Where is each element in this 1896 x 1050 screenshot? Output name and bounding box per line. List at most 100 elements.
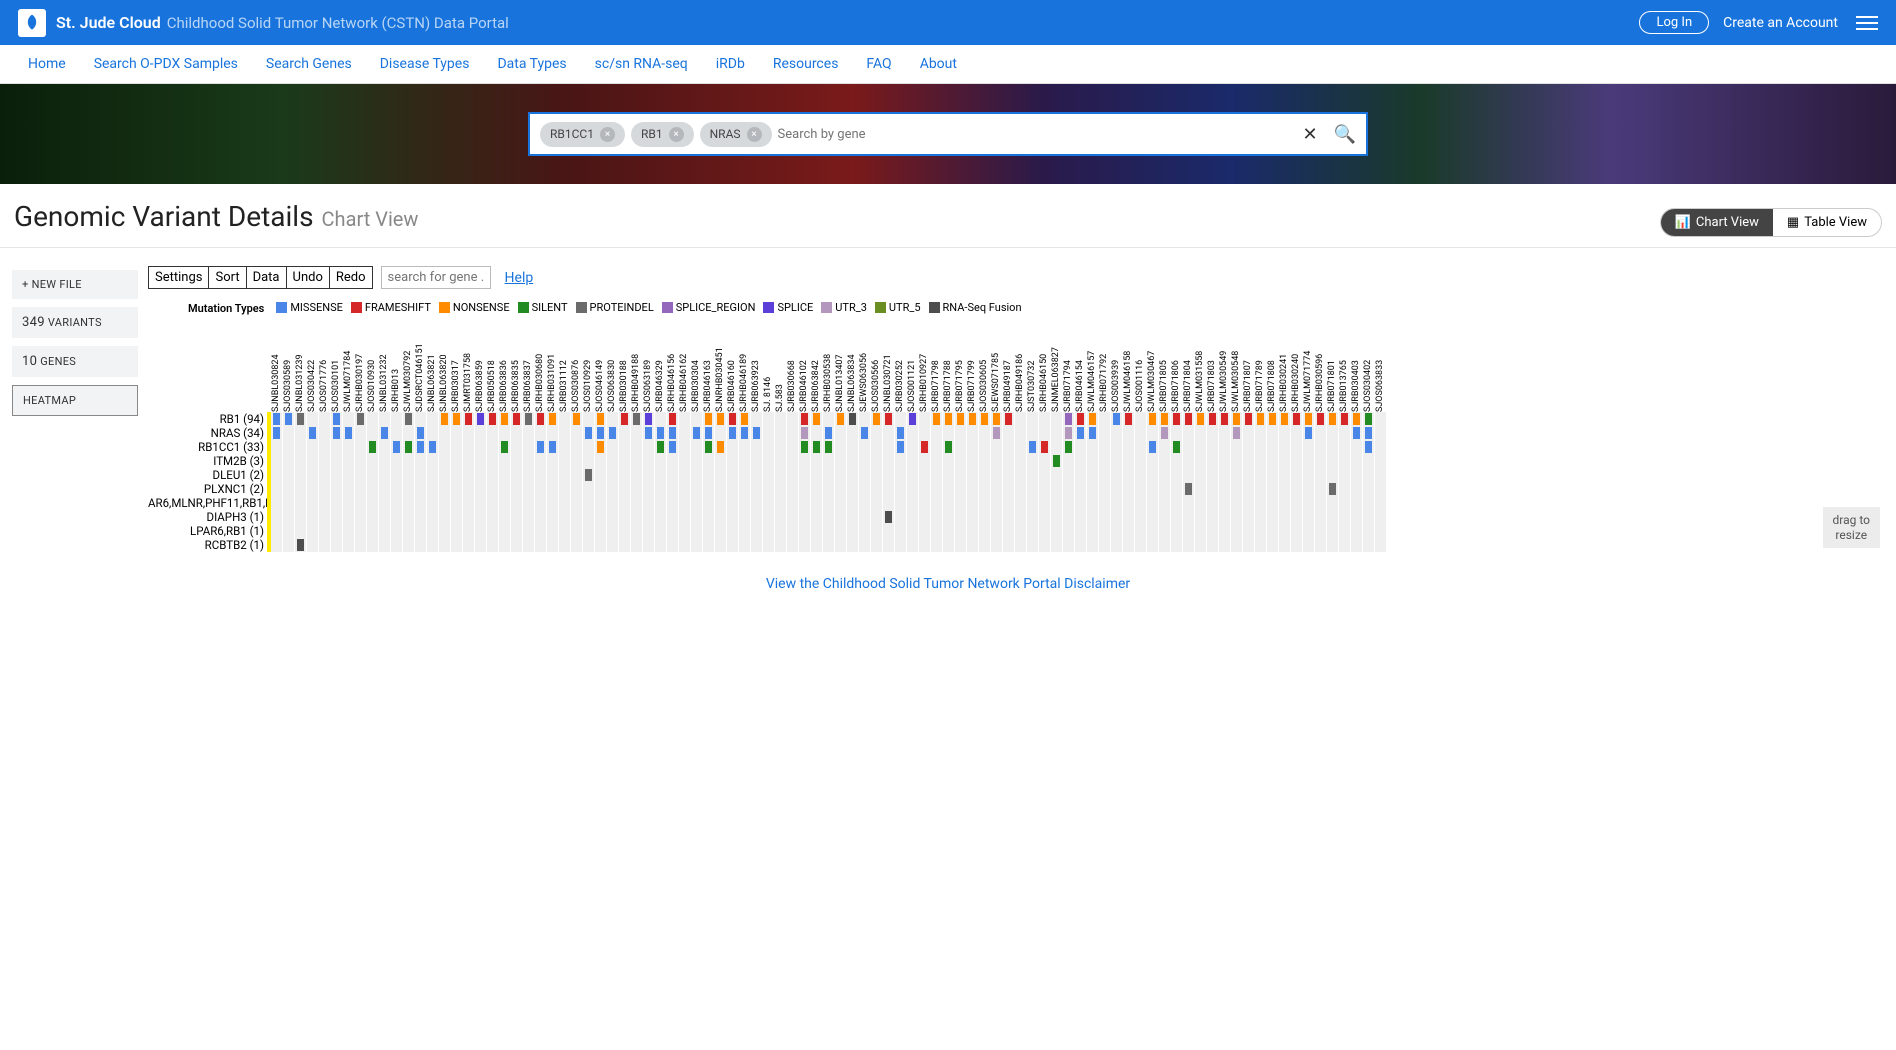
heatmap-cell[interactable] [343,454,355,468]
heatmap-cell[interactable] [1351,412,1363,426]
row-label[interactable]: LPAR6,RB1 (1) [148,524,267,538]
column-label[interactable]: SJRB046102 [799,324,811,412]
heatmap-cell[interactable] [739,496,751,510]
heatmap-cell[interactable] [583,426,595,440]
heatmap-cell[interactable] [295,412,307,426]
heatmap-cell[interactable] [343,510,355,524]
heatmap-cell[interactable] [343,440,355,454]
heatmap-cell[interactable] [439,426,451,440]
heatmap-cell[interactable] [811,412,823,426]
heatmap-cell[interactable] [1171,426,1183,440]
heatmap-cell[interactable] [307,538,319,552]
heatmap-cell[interactable] [391,412,403,426]
heatmap-cell[interactable] [655,454,667,468]
heatmap-cell[interactable] [1195,412,1207,426]
heatmap-cell[interactable] [655,496,667,510]
heatmap-cell[interactable] [1291,538,1303,552]
disclaimer-link[interactable]: View the Childhood Solid Tumor Network P… [766,576,1130,592]
heatmap-cell[interactable] [1087,412,1099,426]
heatmap-cell[interactable] [835,412,847,426]
heatmap-cell[interactable] [871,454,883,468]
heatmap-cell[interactable] [535,510,547,524]
heatmap-cell[interactable] [535,468,547,482]
heatmap-cell[interactable] [271,482,283,496]
heatmap-cell[interactable] [763,454,775,468]
heatmap-cell[interactable] [883,454,895,468]
heatmap-cell[interactable] [391,538,403,552]
heatmap-cell[interactable] [667,496,679,510]
heatmap-cell[interactable] [1351,524,1363,538]
heatmap-cell[interactable] [1171,482,1183,496]
heatmap-cell[interactable] [427,468,439,482]
clear-icon[interactable]: ✕ [1302,124,1317,145]
heatmap-cell[interactable] [511,412,523,426]
heatmap-cell[interactable] [727,524,739,538]
heatmap-cell[interactable] [487,524,499,538]
heatmap-cell[interactable] [1195,426,1207,440]
heatmap-cell[interactable] [559,524,571,538]
heatmap-cell[interactable] [1219,482,1231,496]
heatmap-cell[interactable] [391,496,403,510]
heatmap-cell[interactable] [775,538,787,552]
menu-icon[interactable] [1856,16,1878,30]
heatmap-cell[interactable] [1351,482,1363,496]
heatmap-cell[interactable] [271,496,283,510]
heatmap-cell[interactable] [1063,510,1075,524]
heatmap-cell[interactable] [295,538,307,552]
heatmap-cell[interactable] [595,496,607,510]
heatmap-cell[interactable] [451,426,463,440]
heatmap-cell[interactable] [595,440,607,454]
heatmap-cell[interactable] [415,454,427,468]
heatmap-cell[interactable] [319,440,331,454]
heatmap-cell[interactable] [427,454,439,468]
heatmap-cell[interactable] [727,482,739,496]
heatmap-cell[interactable] [811,524,823,538]
heatmap-cell[interactable] [283,538,295,552]
heatmap-cell[interactable] [619,440,631,454]
heatmap-cell[interactable] [1375,468,1387,482]
heatmap-cell[interactable] [1339,510,1351,524]
heatmap-cell[interactable] [595,510,607,524]
heatmap-cell[interactable] [343,482,355,496]
heatmap-cell[interactable] [931,468,943,482]
heatmap-cell[interactable] [1243,440,1255,454]
heatmap-cell[interactable] [463,538,475,552]
heatmap-cell[interactable] [1231,538,1243,552]
heatmap-cell[interactable] [979,454,991,468]
heatmap-cell[interactable] [955,412,967,426]
heatmap-cell[interactable] [739,454,751,468]
heatmap-cell[interactable] [787,440,799,454]
heatmap-cell[interactable] [763,496,775,510]
heatmap-cell[interactable] [535,482,547,496]
heatmap-cell[interactable] [763,468,775,482]
heatmap-cell[interactable] [1027,454,1039,468]
heatmap-cell[interactable] [967,496,979,510]
heatmap-cell[interactable] [895,426,907,440]
heatmap-cell[interactable] [1339,440,1351,454]
heatmap-cell[interactable] [535,454,547,468]
legend-rna-seq fusion[interactable]: RNA-Seq Fusion [929,301,1022,314]
heatmap-cell[interactable] [571,426,583,440]
heatmap-cell[interactable] [1339,538,1351,552]
heatmap-cell[interactable] [331,454,343,468]
heatmap-cell[interactable] [943,482,955,496]
heatmap-cell[interactable] [271,412,283,426]
column-label[interactable]: SJOS030605 [979,324,991,412]
heatmap-cell[interactable] [427,496,439,510]
heatmap-cell[interactable] [1159,440,1171,454]
heatmap-cell[interactable] [283,454,295,468]
heatmap-cell[interactable] [1291,468,1303,482]
heatmap-cell[interactable] [667,468,679,482]
column-label[interactable]: SJRHB031091 [547,324,559,412]
heatmap-cell[interactable] [619,496,631,510]
heatmap-cell[interactable] [1123,496,1135,510]
heatmap-cell[interactable] [571,510,583,524]
heatmap-cell[interactable] [571,440,583,454]
heatmap-cell[interactable] [799,426,811,440]
heatmap-cell[interactable] [343,524,355,538]
genes-count-button[interactable]: 10 Genes [12,346,138,377]
heatmap-cell[interactable] [1219,496,1231,510]
heatmap-cell[interactable] [391,510,403,524]
heatmap-cell[interactable] [1135,524,1147,538]
heatmap-cell[interactable] [343,468,355,482]
